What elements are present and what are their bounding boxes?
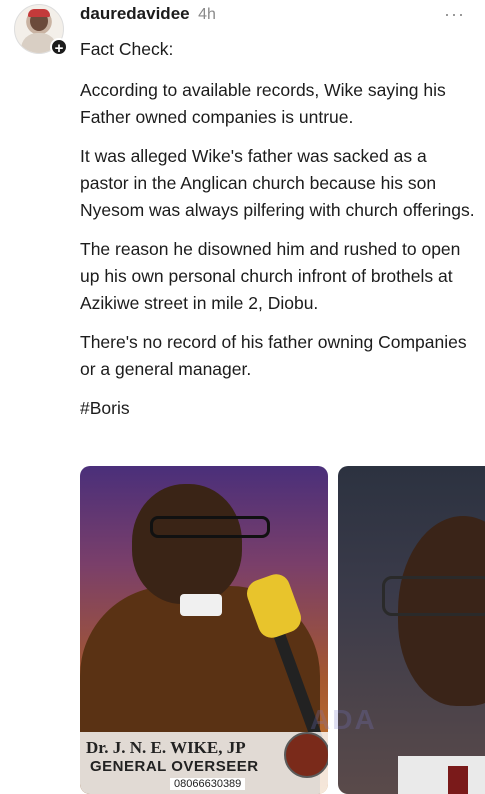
post-image-2[interactable] xyxy=(338,466,485,794)
plus-icon[interactable]: + xyxy=(50,38,68,57)
image1-head xyxy=(132,484,242,604)
avatar-container[interactable]: + xyxy=(14,4,68,57)
post-time: 4h xyxy=(198,6,216,23)
post-hashtag[interactable]: #Boris xyxy=(80,395,475,422)
post-paragraph: According to available records, Wike say… xyxy=(80,80,446,127)
image2-shirt xyxy=(398,756,485,794)
image2-tie xyxy=(448,766,468,794)
image1-caption-name: Dr. J. N. E. WIKE, JP xyxy=(86,738,246,757)
image2-glasses xyxy=(382,576,485,616)
image1-glasses xyxy=(150,516,270,538)
image1-caption-title: GENERAL OVERSEER xyxy=(90,758,259,775)
more-icon[interactable]: ··· xyxy=(444,4,465,25)
post-paragraph: There's no record of his father owning C… xyxy=(80,332,467,379)
avatar-cap xyxy=(28,9,50,17)
watermark: ADA xyxy=(310,704,377,735)
post-images: Dr. J. N. E. WIKE, JP GENERAL OVERSEER 0… xyxy=(80,466,485,794)
image1-collar xyxy=(180,594,222,616)
post-image-1[interactable]: Dr. J. N. E. WIKE, JP GENERAL OVERSEER 0… xyxy=(80,466,328,794)
post-header: dauredavidee 4h ··· xyxy=(80,4,465,30)
image1-caption-phone: 08066630389 xyxy=(170,778,246,790)
username[interactable]: dauredavidee xyxy=(80,4,190,23)
post-paragraph: Fact Check: xyxy=(80,39,174,59)
post-paragraph: The reason he disowned him and rushed to… xyxy=(80,239,461,313)
image1-seal xyxy=(284,732,328,778)
post-paragraph: It was alleged Wike's father was sacked … xyxy=(80,146,475,220)
post-body: Fact Check: According to available recor… xyxy=(80,36,475,434)
